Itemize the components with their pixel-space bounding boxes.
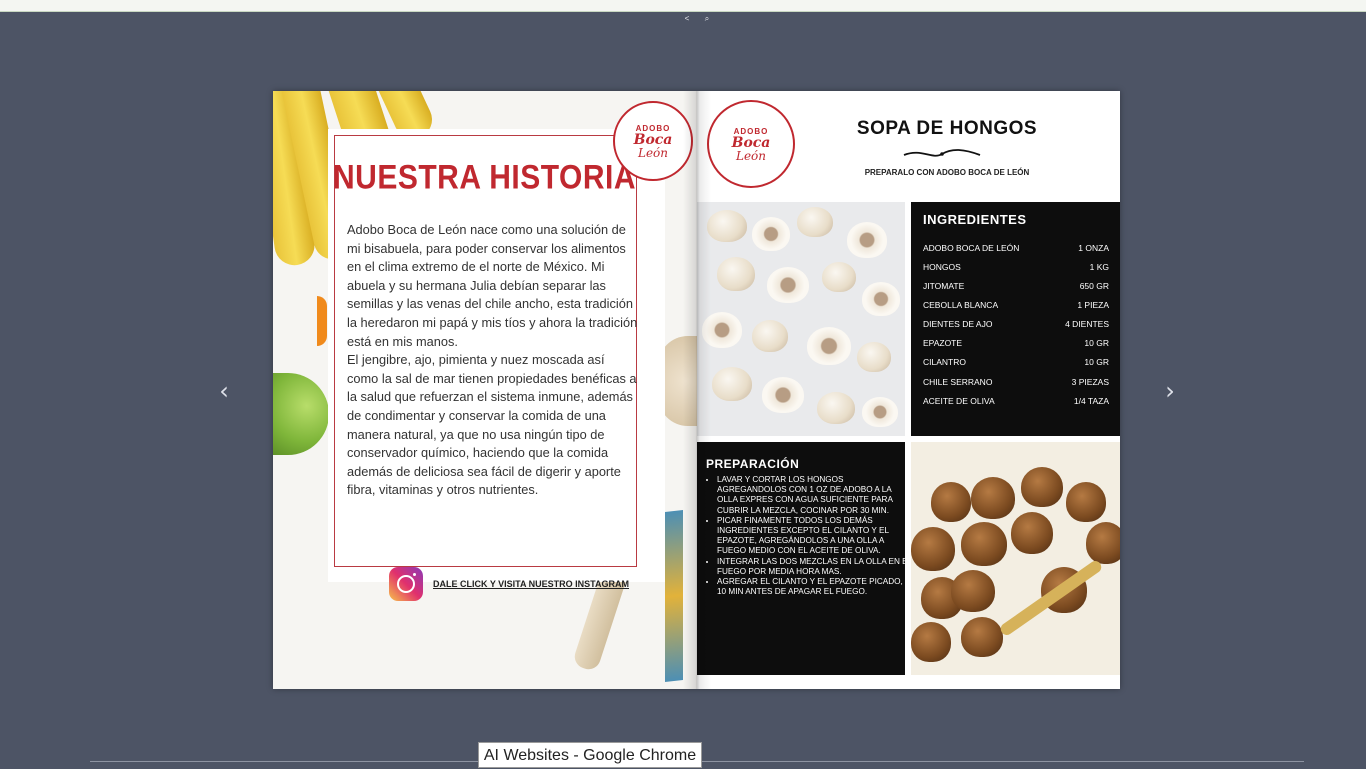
next-page-button[interactable]: › [1160,376,1180,406]
roasted-mushrooms-photo [911,442,1120,675]
ingredients-title: INGREDIENTES [923,212,1027,227]
ingredients-panel: INGREDIENTES ADOBO BOCA DE LEÓN 1 ONZA HO… [911,202,1120,436]
logo-line1: Boca [731,134,771,151]
ingredient-row: JITOMATE 650 GR [923,281,1109,291]
instagram-link[interactable]: DALE CLICK Y VISITA NUESTRO INSTAGRAM [433,579,629,589]
preparation-steps: LAVAR Y CORTAR LOS HONGOS AGREGANDOLOS C… [706,475,912,597]
orange-decoration [317,296,327,346]
story-text: Adobo Boca de León nace como una solució… [347,221,639,500]
left-page[interactable]: NUESTRA HISTORIA Adobo Boca de León nace… [273,91,697,689]
zoom-icon[interactable]: ⌕ [702,14,712,24]
brand-logo: ADOBO Boca León [613,101,693,181]
ingredient-row: ADOBO BOCA DE LEÓN 1 ONZA [923,243,1109,253]
instagram-icon[interactable] [389,567,423,601]
preparation-panel: PREPARACIÓN LAVAR Y CORTAR LOS HONGOS AG… [697,442,912,675]
story-paragraph: El jengibre, ajo, pimienta y nuez moscad… [347,352,637,498]
apple-decoration [273,373,329,455]
right-page[interactable]: ADOBO Boca León SOPA DE HONGOS PREPARALO… [697,91,1120,689]
preparation-step: PICAR FINAMENTE TODOS LOS DEMÁS INGREDIE… [717,516,912,557]
logo-line1: Boca [633,131,673,148]
ingredient-row: DIENTES DE AJO 4 DIENTES [923,319,1109,329]
ingredient-row: EPAZOTE 10 GR [923,338,1109,348]
ingredient-row: ACEITE DE OLIVA 1/4 TAZA [923,396,1109,406]
viewer-toolbar: < ⌕ [682,14,712,24]
flourish-ornament [903,149,981,157]
logo-line2: León [637,145,669,160]
page-title: NUESTRA HISTORIA [332,158,637,197]
story-paragraph: Adobo Boca de León nace como una solució… [347,222,638,349]
browser-top-strip [0,0,1366,12]
raw-mushrooms-photo [697,202,905,436]
recipe-subtitle: PREPARALO CON ADOBO BOCA DE LEÓN [864,168,1030,177]
logo-line2: León [735,148,767,163]
ingredient-row: CEBOLLA BLANCA 1 PIEZA [923,300,1109,310]
preparation-step: AGREGAR EL CILANTO Y EL EPAZOTE PICADO, … [717,577,912,597]
preparation-step: INTEGRAR LAS DOS MEZCLAS EN LA OLLA EN E… [717,557,912,577]
story-card: NUESTRA HISTORIA Adobo Boca de León nace… [328,129,665,601]
flipbook: NUESTRA HISTORIA Adobo Boca de León nace… [273,91,1120,689]
ingredient-row: CILANTRO 10 GR [923,357,1109,367]
preparation-title: PREPARACIÓN [706,457,800,471]
recipe-title: SOPA DE HONGOS [856,118,1038,139]
preparation-step: LAVAR Y CORTAR LOS HONGOS AGREGANDOLOS C… [717,475,912,516]
ingredient-row: CHILE SERRANO 3 PIEZAS [923,377,1109,387]
prev-page-button[interactable]: ‹ [214,376,234,406]
book-decoration [665,510,683,682]
share-icon[interactable]: < [682,14,692,24]
ingredient-row: HONGOS 1 KG [923,262,1109,272]
brand-logo: ADOBO Boca León [707,100,795,188]
window-tooltip: AI Websites - Google Chrome [478,742,702,768]
